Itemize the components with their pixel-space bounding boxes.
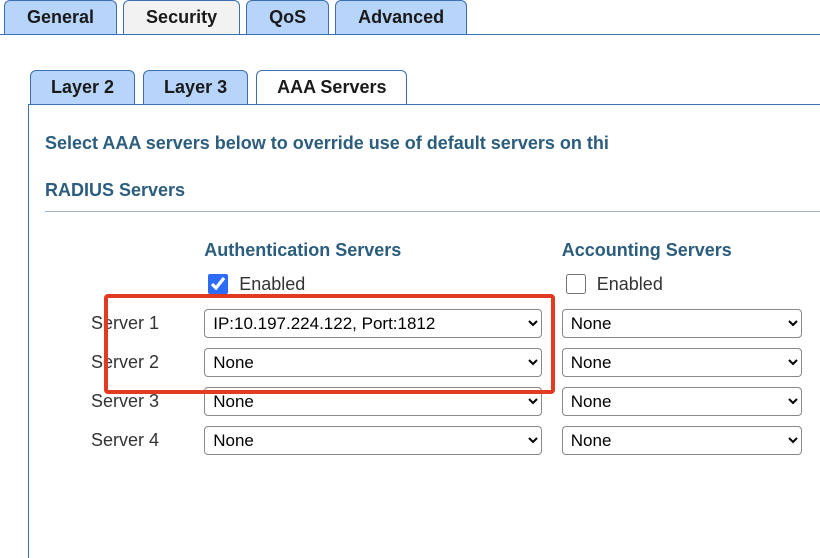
column-spacer [91,240,204,261]
acct-server-select-2[interactable]: None [562,348,802,377]
section-divider [45,211,820,212]
column-header-acct: Accounting Servers [562,240,820,261]
auth-enabled-wrapper: Enabled [204,271,305,297]
tab-advanced[interactable]: Advanced [335,0,467,35]
server-row-label: Server 4 [91,430,204,451]
tab-security[interactable]: Security [123,0,240,35]
server-row: Server 3IP:10.197.224.122, Port:1812None… [91,387,820,416]
auth-server-select-1[interactable]: IP:10.197.224.122, Port:1812None [204,309,542,338]
server-row: Server 2IP:10.197.224.122, Port:1812None… [91,348,820,377]
server-row-label: Server 3 [91,391,204,412]
acct-server-select-1[interactable]: None [562,309,802,338]
acct-enabled-checkbox[interactable] [566,274,586,294]
acct-server-select-4[interactable]: None [562,426,802,455]
auth-server-select-2[interactable]: IP:10.197.224.122, Port:1812None [204,348,542,377]
subtab-aaa-servers[interactable]: AAA Servers [256,70,407,105]
server-row-label: Server 1 [91,313,204,334]
instruction-text: Select AAA servers below to override use… [45,133,820,154]
acct-server-select-3[interactable]: None [562,387,802,416]
top-tab-divider [0,34,820,35]
auth-server-select-4[interactable]: IP:10.197.224.122, Port:1812None [204,426,542,455]
column-header-auth: Authentication Servers [204,240,562,261]
servers-table: Authentication Servers Accounting Server… [91,240,820,455]
auth-enabled-checkbox[interactable] [208,274,228,294]
subtab-layer3[interactable]: Layer 3 [143,70,248,105]
server-row: Server 1IP:10.197.224.122, Port:1812None… [91,309,820,338]
acct-enabled-label: Enabled [597,274,663,295]
radius-servers-heading: RADIUS Servers [45,180,820,201]
tab-general[interactable]: General [4,0,117,35]
server-row: Server 4IP:10.197.224.122, Port:1812None… [91,426,820,455]
auth-server-select-3[interactable]: IP:10.197.224.122, Port:1812None [204,387,542,416]
auth-enabled-label: Enabled [239,274,305,295]
server-row-label: Server 2 [91,352,204,373]
aaa-servers-panel: Select AAA servers below to override use… [28,104,820,558]
acct-enabled-wrapper: Enabled [562,271,663,297]
tab-qos[interactable]: QoS [246,0,329,35]
subtab-layer2[interactable]: Layer 2 [30,70,135,105]
